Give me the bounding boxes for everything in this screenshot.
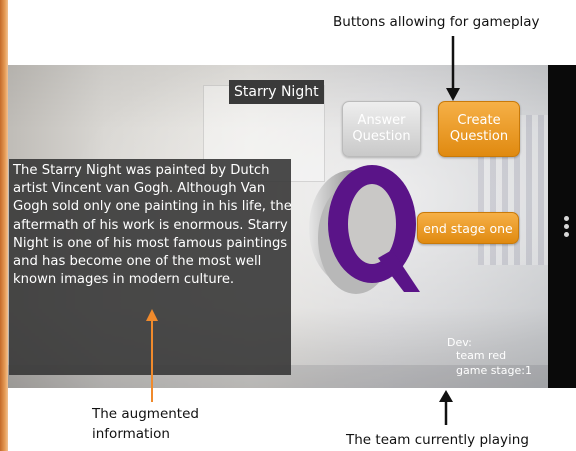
team-annotation: The team currently playing — [346, 432, 529, 448]
overflow-dot — [564, 224, 569, 229]
augmented-info-text: The Starry Night was painted by Dutch ar… — [13, 163, 292, 288]
create-question-button[interactable]: Create Question — [438, 101, 520, 157]
answer-button-line2: Question — [352, 129, 411, 144]
arrow-to-team-icon — [439, 390, 453, 425]
q-3d-glyph — [309, 165, 420, 294]
augmented-info-annotation: The augmented information — [92, 404, 199, 444]
answer-question-button[interactable]: Answer Question — [342, 101, 421, 157]
augmented-annotation-line2: information — [92, 426, 170, 442]
game-stage-label: game stage:1 — [456, 364, 532, 377]
overflow-dot — [564, 232, 569, 237]
create-button-line2: Question — [449, 129, 509, 144]
create-button-line1: Create — [457, 113, 501, 128]
overflow-dot — [564, 216, 569, 221]
painting-title-label: Starry Night — [229, 80, 324, 104]
photo-left-edge — [0, 0, 8, 451]
answer-button-line1: Answer — [357, 113, 406, 128]
end-stage-button[interactable]: end stage one — [417, 212, 519, 244]
buttons-annotation: Buttons allowing for gameplay — [333, 14, 540, 30]
augmented-annotation-line1: The augmented — [92, 406, 199, 422]
dev-label: Dev: — [447, 336, 472, 349]
team-label: team red — [456, 349, 507, 362]
navigation-strip — [548, 65, 576, 388]
